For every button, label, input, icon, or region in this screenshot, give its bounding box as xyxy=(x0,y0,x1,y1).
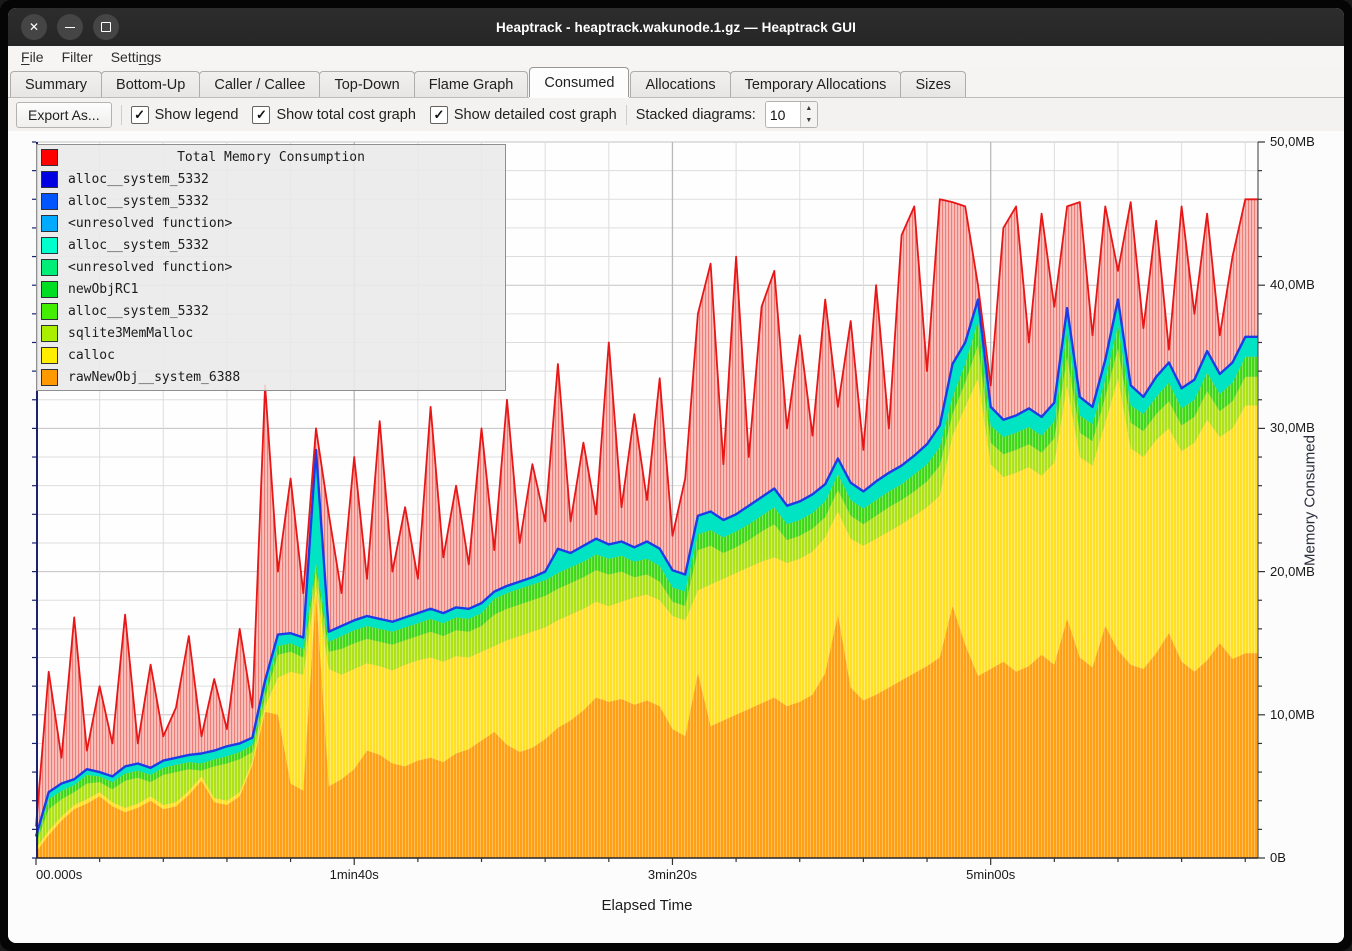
tab-consumed[interactable]: Consumed xyxy=(529,67,629,97)
legend-item-calloc: calloc xyxy=(37,345,505,365)
x-tick-label: 5min00s xyxy=(966,867,1015,882)
x-tick-label: 1min40s xyxy=(330,867,379,882)
tab-allocations[interactable]: Allocations xyxy=(630,71,730,97)
title-bar: ✕ Heaptrack - heaptrack.wakunode.1.gz — … xyxy=(8,8,1344,46)
window-buttons: ✕ xyxy=(8,8,119,46)
legend-label: <unresolved function> xyxy=(68,260,232,275)
legend-label: <unresolved function> xyxy=(68,216,232,231)
tab-temporary-allocations[interactable]: Temporary Allocations xyxy=(730,71,902,97)
legend-label: alloc__system_5332 xyxy=(68,238,209,253)
legend-swatch xyxy=(41,171,58,188)
minimize-button[interactable] xyxy=(57,14,83,40)
legend-item-newobjrc1: newObjRC1 xyxy=(37,279,505,299)
menu-item-filter[interactable]: Filter xyxy=(53,46,102,68)
tab-bottom-up[interactable]: Bottom-Up xyxy=(101,71,200,97)
tab-sizes[interactable]: Sizes xyxy=(900,71,965,97)
export-as-button[interactable]: Export As... xyxy=(16,102,112,128)
y-axis-title: Memory Consumed xyxy=(1302,431,1319,571)
toolbar: Export As... ✓ Show legend ✓ Show total cos… xyxy=(8,98,1344,131)
legend-item-alloc-system-5332: alloc__system_5332 xyxy=(37,192,505,212)
y-tick-label: 40,0MB xyxy=(1270,277,1315,292)
minimize-icon xyxy=(65,27,75,28)
maximize-icon xyxy=(101,22,111,32)
legend-swatch xyxy=(41,369,58,386)
legend-label: rawNewObj__system_6388 xyxy=(68,370,240,385)
legend-swatch xyxy=(41,259,58,276)
checkbox-show-total-cost-graph[interactable]: ✓ xyxy=(252,106,270,124)
tab-top-down[interactable]: Top-Down xyxy=(319,71,414,97)
legend-swatch xyxy=(41,193,58,210)
checkbox-show-detailed-cost-graph[interactable]: ✓ xyxy=(430,106,448,124)
checkbox-group-show-total-cost-graph: ✓ Show total cost graph xyxy=(252,106,415,124)
legend-label: alloc__system_5332 xyxy=(68,304,209,319)
legend-item-alloc-system-5332: alloc__system_5332 xyxy=(37,170,505,190)
legend-item-sqlite3memmalloc: sqlite3MemMalloc xyxy=(37,323,505,343)
y-tick-label: 10,0MB xyxy=(1270,707,1315,722)
checkbox-group-show-detailed-cost-graph: ✓ Show detailed cost graph xyxy=(430,106,617,124)
menu-item-settings[interactable]: Settings xyxy=(102,46,171,68)
legend-item-unresolved-function: <unresolved function> xyxy=(37,214,505,234)
menu-bar: FileFilterSettings xyxy=(8,46,1344,68)
menu-item-file[interactable]: File xyxy=(12,46,53,68)
legend-label: calloc xyxy=(68,348,115,363)
checkbox-label: Show detailed cost graph xyxy=(454,107,617,123)
legend-item-unresolved-function: <unresolved function> xyxy=(37,257,505,277)
x-tick-label: 3min20s xyxy=(648,867,697,882)
stacked-diagrams-label: Stacked diagrams: xyxy=(636,107,756,123)
legend-swatch xyxy=(41,303,58,320)
checkbox-label: Show legend xyxy=(155,107,239,123)
heaptrack-window: ✕ Heaptrack - heaptrack.wakunode.1.gz — … xyxy=(8,8,1344,943)
spin-down-button[interactable]: ▼ xyxy=(801,115,817,128)
x-tick-label: 00.000s xyxy=(36,867,82,882)
stacked-diagrams-spinbox: ▲ ▼ xyxy=(765,101,818,128)
tab-summary[interactable]: Summary xyxy=(10,71,102,97)
legend-label: alloc__system_5332 xyxy=(68,194,209,209)
close-button[interactable]: ✕ xyxy=(21,14,47,40)
legend-swatch xyxy=(41,347,58,364)
chart-legend: Total Memory Consumption alloc__system_53… xyxy=(36,144,506,391)
tab-caller-callee[interactable]: Caller / Callee xyxy=(199,71,320,97)
tab-flame-graph[interactable]: Flame Graph xyxy=(414,71,529,97)
legend-item-total-memory-consumption: Total Memory Consumption xyxy=(37,148,505,168)
stacked-diagrams-input[interactable] xyxy=(766,102,800,127)
legend-swatch xyxy=(41,237,58,254)
window-title: Heaptrack - heaptrack.wakunode.1.gz — He… xyxy=(8,20,1344,35)
toolbar-checkboxes: ✓ Show legend ✓ Show total cost graph ✓ Show … xyxy=(131,106,617,124)
legend-item-alloc-system-5332: alloc__system_5332 xyxy=(37,236,505,256)
toolbar-separator xyxy=(121,105,122,125)
legend-item-alloc-system-5332: alloc__system_5332 xyxy=(37,301,505,321)
legend-label: Total Memory Consumption xyxy=(37,150,505,165)
x-axis-title: Elapsed Time xyxy=(602,897,693,914)
checkbox-group-show-legend: ✓ Show legend xyxy=(131,106,239,124)
tab-bar: SummaryBottom-UpCaller / CalleeTop-DownF… xyxy=(8,68,1344,98)
window-frame: ✕ Heaptrack - heaptrack.wakunode.1.gz — … xyxy=(0,0,1352,951)
legend-swatch xyxy=(41,215,58,232)
toolbar-separator xyxy=(626,105,627,125)
legend-label: alloc__system_5332 xyxy=(68,172,209,187)
legend-swatch xyxy=(41,281,58,298)
spin-up-button[interactable]: ▲ xyxy=(801,102,817,115)
legend-swatch xyxy=(41,325,58,342)
y-tick-label: 0B xyxy=(1270,850,1286,865)
legend-item-rawnewobj-system-6388: rawNewObj__system_6388 xyxy=(37,367,505,387)
checkbox-label: Show total cost graph xyxy=(276,107,415,123)
legend-label: sqlite3MemMalloc xyxy=(68,326,193,341)
y-tick-label: 50,0MB xyxy=(1270,134,1315,149)
legend-label: newObjRC1 xyxy=(68,282,138,297)
checkbox-show-legend[interactable]: ✓ xyxy=(131,106,149,124)
maximize-button[interactable] xyxy=(93,14,119,40)
chart-area: Total Memory Consumption alloc__system_53… xyxy=(8,131,1344,943)
